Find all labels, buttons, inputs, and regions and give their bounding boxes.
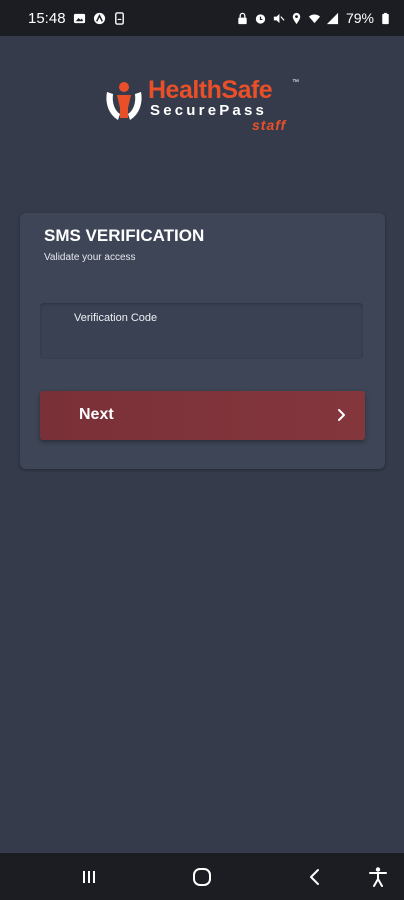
status-right: 79%	[236, 10, 392, 26]
lock-icon	[236, 12, 249, 25]
image-icon	[73, 12, 86, 25]
accessibility-icon[interactable]	[366, 865, 390, 889]
back-icon[interactable]	[303, 865, 327, 889]
chevron-right-icon	[337, 408, 346, 422]
mute-icon	[272, 12, 285, 25]
status-bar: 15:48 79%	[0, 0, 404, 36]
sim-icon	[113, 11, 126, 25]
alarm-icon	[254, 12, 267, 25]
signal-icon	[326, 12, 339, 25]
status-left: 15:48	[28, 10, 126, 27]
logo-subtitle: SecurePass	[150, 102, 268, 119]
hands-figure-icon	[104, 78, 144, 124]
wifi-icon	[308, 12, 321, 25]
sms-verification-card: SMS VERIFICATION Validate your access Ve…	[20, 213, 385, 469]
location-icon	[290, 12, 303, 25]
next-button-label: Next	[79, 406, 114, 423]
verification-code-label: Verification Code	[74, 312, 158, 324]
card-subtitle: Validate your access	[44, 252, 136, 263]
battery-icon	[379, 12, 392, 25]
home-icon[interactable]	[190, 865, 214, 889]
next-button[interactable]: Next	[40, 391, 365, 440]
healthsafe-logo: HealthSafe ™ SecurePass staff	[104, 76, 304, 134]
card-title: SMS VERIFICATION	[44, 226, 205, 245]
logo-staff-tag: staff	[252, 117, 287, 133]
battery-level: 79%	[345, 10, 374, 26]
system-nav-bar	[0, 853, 404, 900]
verification-code-field[interactable]: Verification Code	[40, 303, 363, 359]
clock: 15:48	[28, 9, 66, 27]
accessibility-circle-icon	[93, 12, 106, 25]
recent-apps-icon[interactable]	[77, 865, 101, 889]
logo-name: HealthSafe	[148, 76, 273, 104]
logo-trademark: ™	[292, 79, 299, 86]
